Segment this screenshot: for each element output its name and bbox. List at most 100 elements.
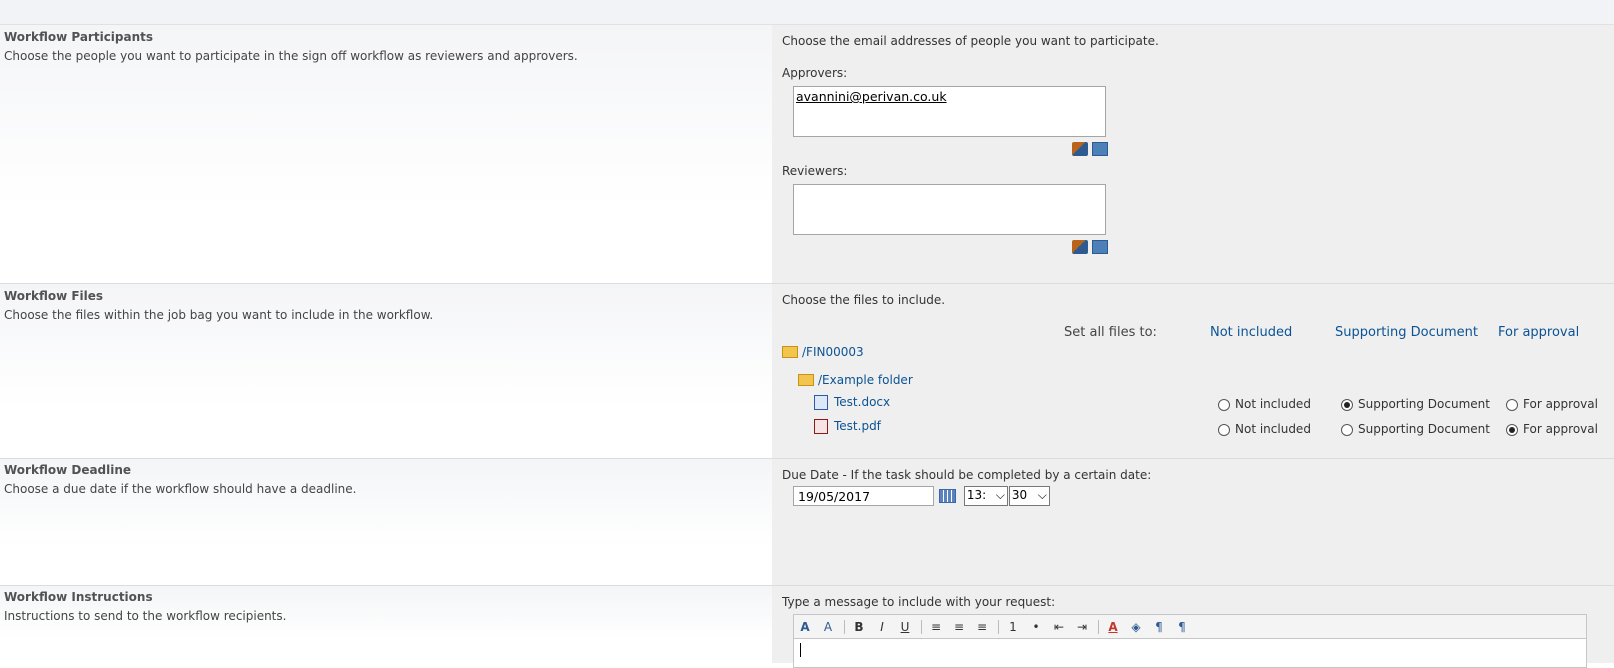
set-all-label: Set all files to: — [1064, 325, 1157, 340]
align-left-icon[interactable]: ≡ — [929, 620, 943, 634]
date-controls: 19/05/2017 13: ⌵ 30 ⌵ — [793, 486, 1614, 506]
instructions-instruction: Type a message to include with your requ… — [782, 595, 1056, 609]
align-right-icon[interactable]: ≡ — [975, 620, 989, 634]
hour-value: 13: — [966, 488, 987, 502]
file-link[interactable]: Test.docx — [834, 395, 890, 409]
files-instruction: Choose the files to include. — [782, 293, 946, 307]
message-editor[interactable] — [793, 638, 1587, 668]
address-book-icon[interactable] — [1092, 141, 1108, 156]
text-caret — [800, 643, 801, 657]
numbered-list-icon[interactable]: 1 — [1006, 620, 1020, 634]
instructions-section: Workflow Instructions Instructions to se… — [0, 586, 1614, 668]
section-title: Workflow Files — [4, 289, 104, 303]
set-all-supporting-link[interactable]: Supporting Document — [1335, 325, 1478, 340]
instructions-desc-panel: Workflow Instructions Instructions to se… — [0, 586, 772, 663]
rich-text-toolbar: A A B I U ≡ ≡ ≡ 1 • ⇤ ⇥ A ◈ ¶ ¶ — [793, 614, 1587, 638]
toolbar-divider — [1098, 619, 1099, 634]
address-book-icon[interactable] — [1092, 239, 1108, 254]
deadline-instruction: Due Date - If the task should be complet… — [782, 468, 1152, 482]
radio-button[interactable] — [1218, 398, 1230, 411]
root-folder-row[interactable]: /FIN00003 — [782, 340, 864, 364]
participants-desc-panel: Workflow Participants Choose the people … — [0, 25, 772, 283]
reviewers-field[interactable] — [793, 184, 1106, 235]
radio-button[interactable] — [1218, 423, 1230, 436]
section-description: Choose a due date if the workflow should… — [4, 482, 357, 496]
outdent-icon[interactable]: ⇤ — [1052, 620, 1066, 634]
radio-button[interactable] — [1506, 398, 1518, 411]
files-section: Workflow Files Choose the files within t… — [0, 284, 1614, 459]
file-row[interactable]: Test.pdf — [814, 414, 881, 438]
toolbar-divider — [844, 619, 845, 634]
folder-open-icon — [782, 346, 798, 358]
radio-supporting[interactable]: Supporting Document — [1341, 422, 1490, 436]
approver-entry[interactable]: avannini@perivan.co.uk — [796, 89, 947, 104]
deadline-desc-panel: Workflow Deadline Choose a due date if t… — [0, 459, 772, 585]
bullet-list-icon[interactable]: • — [1029, 620, 1043, 634]
sub-folder-link[interactable]: /Example folder — [818, 373, 913, 387]
top-bar — [0, 0, 1614, 25]
radio-label: Supporting Document — [1358, 397, 1490, 411]
rtl-icon[interactable]: ¶ — [1175, 620, 1189, 634]
italic-icon[interactable]: I — [875, 620, 889, 634]
radio-supporting[interactable]: Supporting Document — [1341, 397, 1490, 411]
hour-select[interactable]: 13: ⌵ — [963, 486, 1008, 506]
files-desc-panel: Workflow Files Choose the files within t… — [0, 284, 772, 458]
section-description: Instructions to send to the workflow rec… — [4, 609, 287, 623]
section-title: Workflow Participants — [4, 30, 154, 44]
folder-open-icon — [798, 374, 814, 386]
reviewers-picker-actions — [782, 239, 1108, 255]
due-date-input[interactable]: 19/05/2017 — [793, 486, 934, 506]
radio-label: For approval — [1523, 422, 1598, 436]
participants-section: Workflow Participants Choose the people … — [0, 25, 1614, 284]
radio-label: Not included — [1235, 422, 1311, 436]
radio-not-included[interactable]: Not included — [1218, 422, 1311, 436]
approvers-field[interactable]: avannini@perivan.co.uk — [793, 86, 1106, 137]
font-size-icon[interactable]: A — [821, 620, 835, 634]
radio-for-approval[interactable]: For approval — [1506, 397, 1598, 411]
root-folder-link[interactable]: /FIN00003 — [802, 345, 864, 359]
file-row[interactable]: Test.docx — [814, 390, 890, 414]
deadline-section: Workflow Deadline Choose a due date if t… — [0, 459, 1614, 586]
calendar-icon[interactable] — [939, 489, 956, 503]
file-link[interactable]: Test.pdf — [834, 419, 881, 433]
highlight-color-icon[interactable]: ◈ — [1129, 620, 1143, 634]
set-all-approval-link[interactable]: For approval — [1498, 325, 1579, 340]
radio-label: Not included — [1235, 397, 1311, 411]
check-names-icon[interactable] — [1072, 239, 1088, 254]
check-names-icon[interactable] — [1072, 141, 1088, 156]
word-doc-icon — [814, 394, 828, 410]
pdf-icon — [814, 418, 828, 434]
approvers-label: Approvers: — [782, 66, 848, 80]
participants-instruction: Choose the email addresses of people you… — [782, 34, 1159, 48]
ltr-icon[interactable]: ¶ — [1152, 620, 1166, 634]
sub-folder-row[interactable]: /Example folder — [798, 368, 913, 392]
radio-not-included[interactable]: Not included — [1218, 397, 1311, 411]
section-description: Choose the files within the job bag you … — [4, 308, 434, 322]
chevron-down-icon: ⌵ — [1037, 488, 1047, 502]
reviewers-label: Reviewers: — [782, 164, 848, 178]
set-all-not-included-link[interactable]: Not included — [1210, 325, 1292, 340]
approvers-picker-actions — [782, 141, 1108, 157]
toolbar-divider — [921, 619, 922, 634]
section-description: Choose the people you want to participat… — [4, 49, 578, 63]
section-title: Workflow Deadline — [4, 463, 132, 477]
radio-button[interactable] — [1341, 398, 1353, 411]
text-color-icon[interactable]: A — [1106, 620, 1120, 634]
toolbar-divider — [998, 619, 999, 634]
radio-button[interactable] — [1341, 423, 1353, 436]
radio-button[interactable] — [1506, 423, 1518, 436]
chevron-down-icon: ⌵ — [995, 488, 1005, 502]
font-icon[interactable]: A — [798, 620, 812, 634]
participants-form-panel: Choose the email addresses of people you… — [772, 25, 1614, 283]
minute-select[interactable]: 30 ⌵ — [1008, 486, 1050, 506]
minute-value: 30 — [1011, 488, 1028, 502]
radio-label: For approval — [1523, 397, 1598, 411]
radio-label: Supporting Document — [1358, 422, 1490, 436]
underline-icon[interactable]: U — [898, 620, 912, 634]
radio-for-approval[interactable]: For approval — [1506, 422, 1598, 436]
indent-icon[interactable]: ⇥ — [1075, 620, 1089, 634]
bold-icon[interactable]: B — [852, 620, 866, 634]
deadline-form-panel: Due Date - If the task should be complet… — [772, 459, 1614, 585]
instructions-form-panel: Type a message to include with your requ… — [772, 586, 1614, 668]
align-center-icon[interactable]: ≡ — [952, 620, 966, 634]
